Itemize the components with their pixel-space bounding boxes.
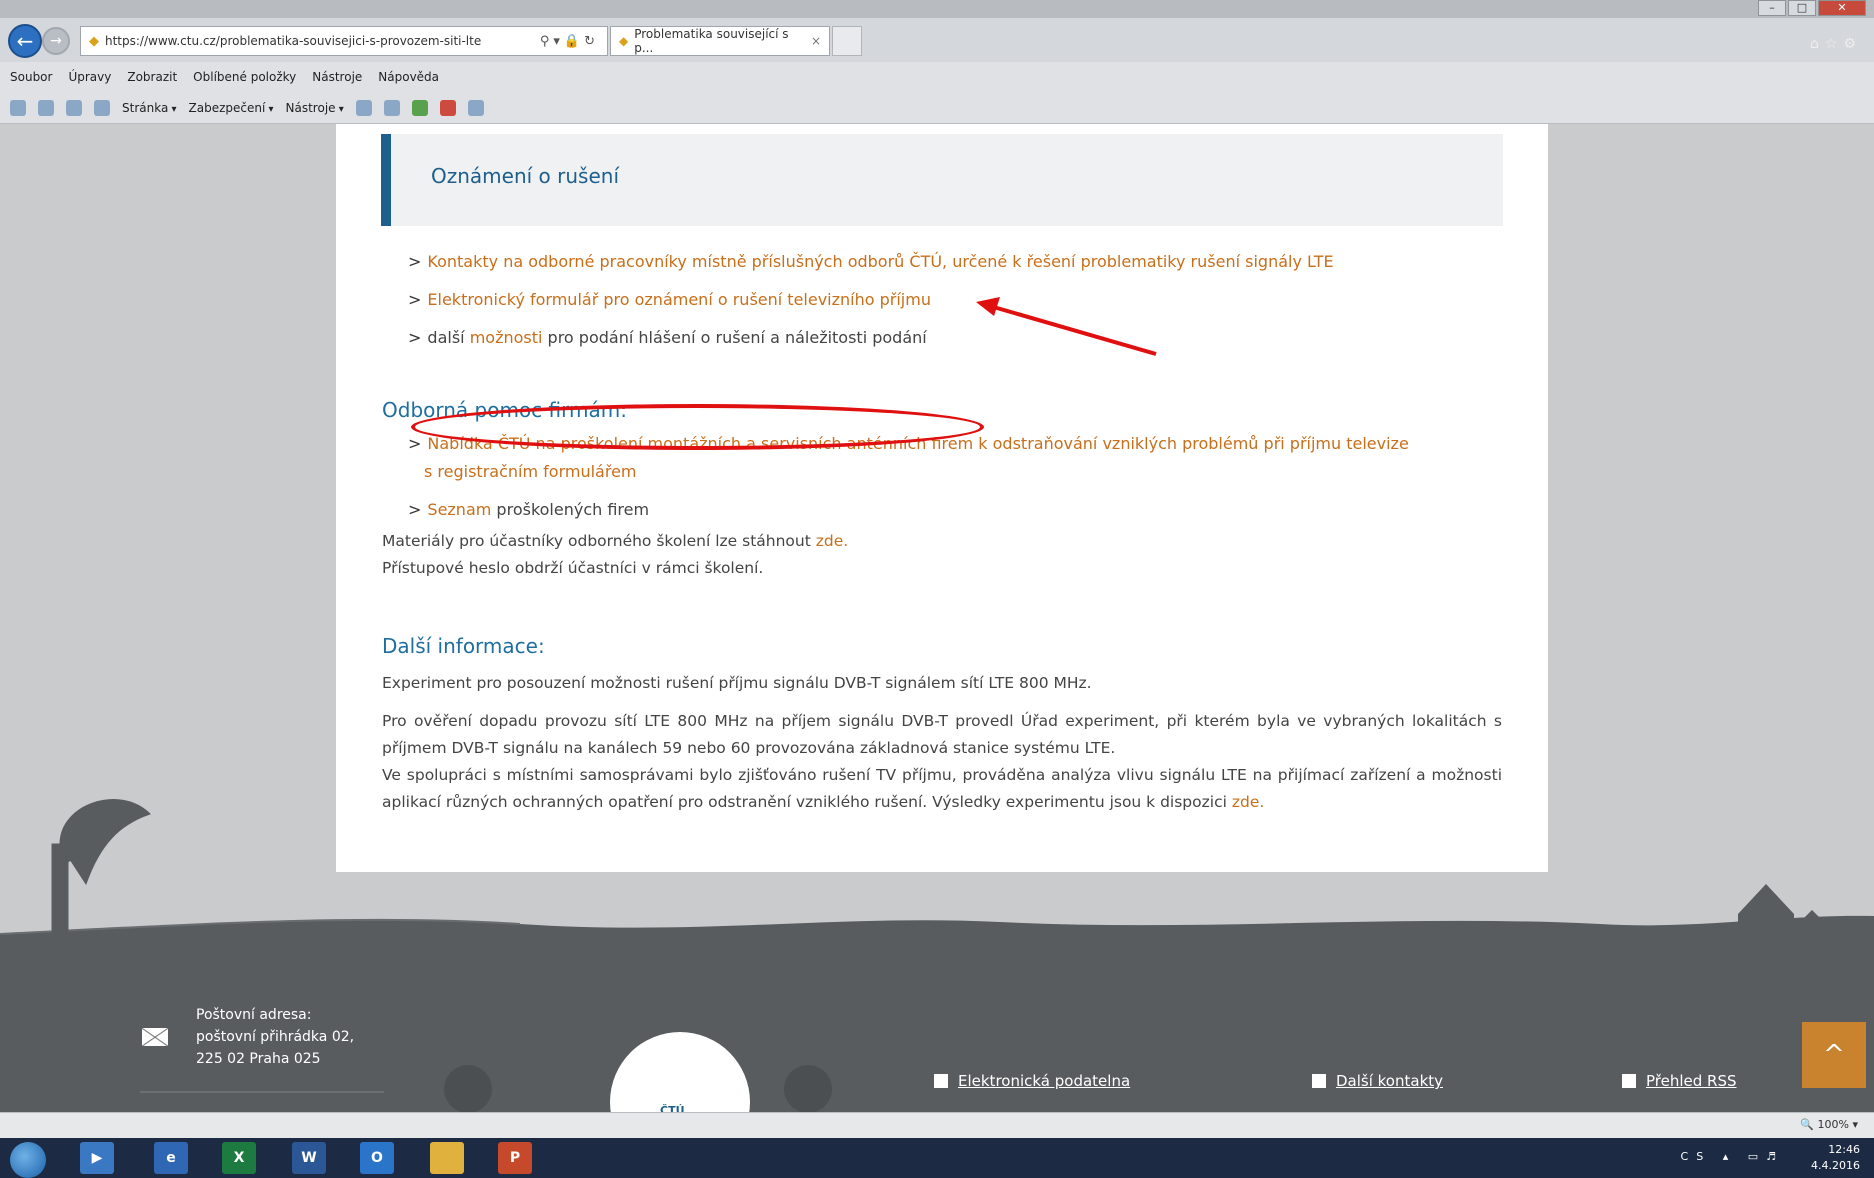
contact-card-icon (1312, 1074, 1326, 1088)
tab-active[interactable]: ◆ Problematika související s p... × (610, 26, 830, 56)
taskbar-app-powerpoint[interactable]: P (498, 1142, 532, 1174)
menu-upravy[interactable]: Úpravy (68, 70, 111, 84)
taskbar: ▶ e X W O P CS ▴ ▭♬ 12:46 4.4.2016 (0, 1138, 1874, 1178)
minimize-button[interactable]: – (1758, 0, 1786, 16)
command-zabezpeceni[interactable]: Zabezpečení (189, 101, 274, 115)
postal-address: Poštovní adresa: poštovní přihrádka 02, … (196, 1004, 354, 1070)
clock[interactable]: 12:46 4.4.2016 (1811, 1142, 1860, 1174)
navigation-bar: ← → ◆ https://www.ctu.cz/problematika-so… (0, 18, 1874, 62)
taskbar-app-outlook[interactable]: O (360, 1142, 394, 1174)
tab-close-button[interactable]: × (811, 34, 821, 48)
contacts-footer-link[interactable]: Další kontakty (1312, 1072, 1443, 1090)
zoom-level[interactable]: 🔍 100% ▾ (1800, 1118, 1858, 1131)
excel-icon: X (233, 1150, 245, 1166)
pdf-icon[interactable] (439, 99, 456, 116)
star-icon[interactable]: ☆ (1825, 36, 1844, 52)
menu-napoveda[interactable]: Nápověda (378, 70, 439, 84)
maximize-button[interactable]: □ (1788, 0, 1816, 16)
rss-label: Přehled RSS (1646, 1072, 1737, 1090)
research-icon[interactable] (383, 99, 400, 116)
rss-icon (1622, 1074, 1636, 1088)
print-icon[interactable] (94, 99, 110, 116)
tray-icons: CS ▴ ▭♬ (1680, 1150, 1784, 1163)
toolbar-icons: ⌂☆⚙ (1810, 36, 1862, 52)
chevron-up-icon: ^ (1823, 1040, 1845, 1070)
zoom-value: 100% (1817, 1118, 1849, 1131)
address-controls[interactable]: ⚲▾🔒↻ (540, 34, 599, 49)
media-icon: ▶ (91, 1150, 103, 1166)
new-tab-button[interactable] (832, 26, 862, 56)
postal-address-line2: 225 02 Praha 025 (196, 1051, 321, 1067)
window-controls: – □ ✕ (1758, 0, 1866, 16)
start-button[interactable] (10, 1142, 46, 1178)
language-indicator[interactable]: CS (1681, 1150, 1712, 1163)
e-podatelna-link[interactable]: Elektronická podatelna (934, 1072, 1130, 1090)
envelope-icon (142, 1028, 168, 1046)
page-viewport[interactable]: Oznámení o rušení > Kontakty na odborné p… (0, 124, 1874, 1112)
menu-bar: Soubor Úpravy Zobrazit Oblíbené položky … (0, 62, 1874, 92)
menu-oblibene[interactable]: Oblíbené položky (193, 70, 296, 84)
back-button[interactable]: ← (8, 24, 42, 58)
word-icon: W (301, 1150, 317, 1166)
gear-icon[interactable]: ⚙ (1843, 36, 1862, 52)
outlook-icon: O (371, 1150, 383, 1166)
ie-icon: e (166, 1150, 176, 1166)
rss-link[interactable]: Přehled RSS (1622, 1072, 1737, 1090)
menu-soubor[interactable]: Soubor (10, 70, 52, 84)
mail-icon[interactable] (66, 99, 82, 116)
url-text[interactable]: https://www.ctu.cz/problematika-souvisej… (105, 34, 540, 48)
taskbar-app-explorer[interactable] (430, 1142, 464, 1174)
taskbar-app-ie[interactable]: e (154, 1142, 188, 1174)
taskbar-app-excel[interactable]: X (222, 1142, 256, 1174)
footer-landscape (0, 799, 1874, 1112)
menu-nastroje[interactable]: Nástroje (312, 70, 362, 84)
forward-button[interactable]: → (42, 27, 70, 55)
close-window-button[interactable]: ✕ (1818, 0, 1866, 16)
add-on-icon[interactable] (411, 99, 428, 116)
volume-icon[interactable]: ♬ (1766, 1150, 1784, 1163)
satellite-dish-icon (51, 799, 151, 945)
arrow-right-icon: → (50, 33, 62, 49)
e-podatelna-label: Elektronická podatelna (958, 1072, 1131, 1090)
tab-favicon-icon: ◆ (619, 34, 629, 48)
home-icon[interactable]: ⌂ (1810, 36, 1825, 52)
tab-title: Problematika související s p... (634, 27, 789, 55)
network-icon[interactable]: ▭ (1748, 1150, 1766, 1163)
translate-icon[interactable] (467, 99, 484, 116)
postal-address-line1: poštovní přihrádka 02, (196, 1029, 355, 1045)
window-titlebar: – □ ✕ (0, 0, 1874, 18)
building-icon (934, 1074, 948, 1088)
status-bar: 🔍 100% ▾ (0, 1112, 1874, 1138)
scroll-to-top-button[interactable]: ^ (1802, 1022, 1866, 1088)
home-page-icon[interactable] (10, 99, 26, 116)
clock-time: 12:46 (1828, 1143, 1860, 1156)
taskbar-app-word[interactable]: W (292, 1142, 326, 1174)
command-nastroje[interactable]: Nástroje (286, 101, 344, 115)
feeds-icon[interactable] (38, 99, 54, 116)
postal-address-label: Poštovní adresa: (196, 1007, 312, 1023)
powerpoint-icon: P (509, 1150, 521, 1166)
taskbar-app-media[interactable]: ▶ (80, 1142, 114, 1174)
clock-date: 4.4.2016 (1811, 1159, 1860, 1172)
address-bar[interactable]: ◆ https://www.ctu.cz/problematika-souvis… (80, 26, 608, 56)
site-icon: ◆ (89, 33, 99, 49)
houses-icon (1738, 884, 1836, 1004)
help-icon[interactable] (355, 99, 372, 116)
arrow-left-icon: ← (16, 29, 34, 53)
contacts-footer-label: Další kontakty (1336, 1072, 1444, 1090)
command-stranka[interactable]: Stránka (122, 101, 177, 115)
menu-zobrazit[interactable]: Zobrazit (127, 70, 177, 84)
command-bar: Stránka Zabezpečení Nástroje (0, 92, 1874, 124)
